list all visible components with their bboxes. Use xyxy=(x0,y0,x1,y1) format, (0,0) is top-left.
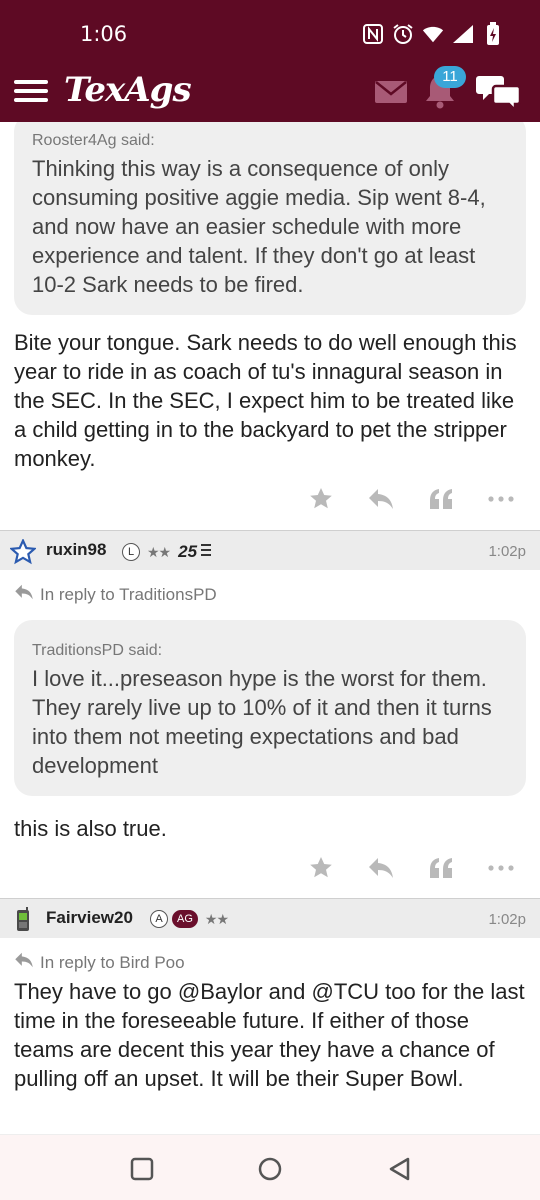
quote-text: Thinking this way is a consequence of on… xyxy=(32,156,486,297)
home-icon[interactable] xyxy=(256,1155,284,1183)
app-bar: TexAgs 11 xyxy=(0,66,540,122)
username[interactable]: Fairview20 xyxy=(46,908,133,928)
user-badges: L ★★ 25 xyxy=(122,542,212,562)
reply-to-link[interactable]: In reply to TraditionsPD xyxy=(14,584,217,605)
post-body: Bite your tongue. Sark needs to do well … xyxy=(14,330,517,471)
badge-L: L xyxy=(122,543,140,561)
post-header: Fairview20 A AG ★★ 1:02p xyxy=(0,898,540,938)
chat-icon[interactable] xyxy=(476,72,522,114)
status-icons xyxy=(362,22,504,46)
mail-icon[interactable] xyxy=(374,80,408,104)
quote-text: I love it...preseason hype is the worst … xyxy=(32,666,492,778)
signal-icon xyxy=(452,22,474,46)
status-time: 1:06 xyxy=(80,22,128,46)
more-icon[interactable] xyxy=(486,855,516,881)
recents-icon[interactable] xyxy=(128,1155,156,1183)
post-time: 1:02p xyxy=(488,911,526,928)
menu-icon[interactable] xyxy=(14,76,48,106)
post-body: They have to go @Baylor and @TCU too for… xyxy=(14,979,525,1091)
rank-bars-icon xyxy=(201,543,212,562)
nfc-icon xyxy=(362,22,384,46)
texags-logo[interactable]: TexAgs xyxy=(64,70,192,110)
post-body: this is also true. xyxy=(14,816,167,841)
quote-block: Rooster4Ag said: Thinking this way is a … xyxy=(14,122,526,315)
rating-stars: ★★ xyxy=(204,910,229,927)
status-bar: 1:06 xyxy=(0,0,540,68)
quote-icon[interactable] xyxy=(426,855,456,881)
star-icon[interactable] xyxy=(306,855,336,881)
post-actions xyxy=(306,855,516,881)
star-outline-icon xyxy=(9,537,37,565)
wifi-icon xyxy=(422,22,444,46)
back-icon[interactable] xyxy=(386,1155,414,1183)
reply-icon[interactable] xyxy=(366,855,396,881)
quote-icon[interactable] xyxy=(426,486,456,512)
post-time: 1:02p xyxy=(488,543,526,560)
battery-charging-icon xyxy=(482,22,504,46)
rating-stars: ★★ xyxy=(147,543,171,560)
quote-author: TraditionsPD said: xyxy=(32,642,163,659)
more-icon[interactable] xyxy=(486,486,516,512)
reply-to-link[interactable]: In reply to Bird Poo xyxy=(14,952,185,973)
rank-badge: 25 xyxy=(178,542,198,561)
reply-to-text: In reply to TraditionsPD xyxy=(40,584,217,604)
badge-AG: AG xyxy=(172,910,198,928)
thread-content[interactable]: Rooster4Ag said: Thinking this way is a … xyxy=(0,122,540,1134)
alarm-icon xyxy=(392,22,414,46)
quote-author: Rooster4Ag said: xyxy=(32,132,155,149)
reply-to-text: In reply to Bird Poo xyxy=(40,952,185,972)
reply-arrow-icon xyxy=(14,584,34,605)
quote-block: TraditionsPD said: I love it...preseason… xyxy=(14,620,526,796)
system-nav-bar xyxy=(0,1134,540,1200)
reply-arrow-icon xyxy=(14,952,34,973)
cellphone-icon xyxy=(10,907,36,933)
reply-icon[interactable] xyxy=(366,486,396,512)
post-header: ruxin98 L ★★ 25 1:02p xyxy=(0,530,540,570)
user-badges: A AG ★★ xyxy=(150,910,229,928)
badge-A: A xyxy=(150,910,168,928)
notification-badge[interactable]: 11 xyxy=(434,66,466,88)
star-icon[interactable] xyxy=(306,486,336,512)
username[interactable]: ruxin98 xyxy=(46,540,106,560)
post-actions xyxy=(306,486,516,512)
